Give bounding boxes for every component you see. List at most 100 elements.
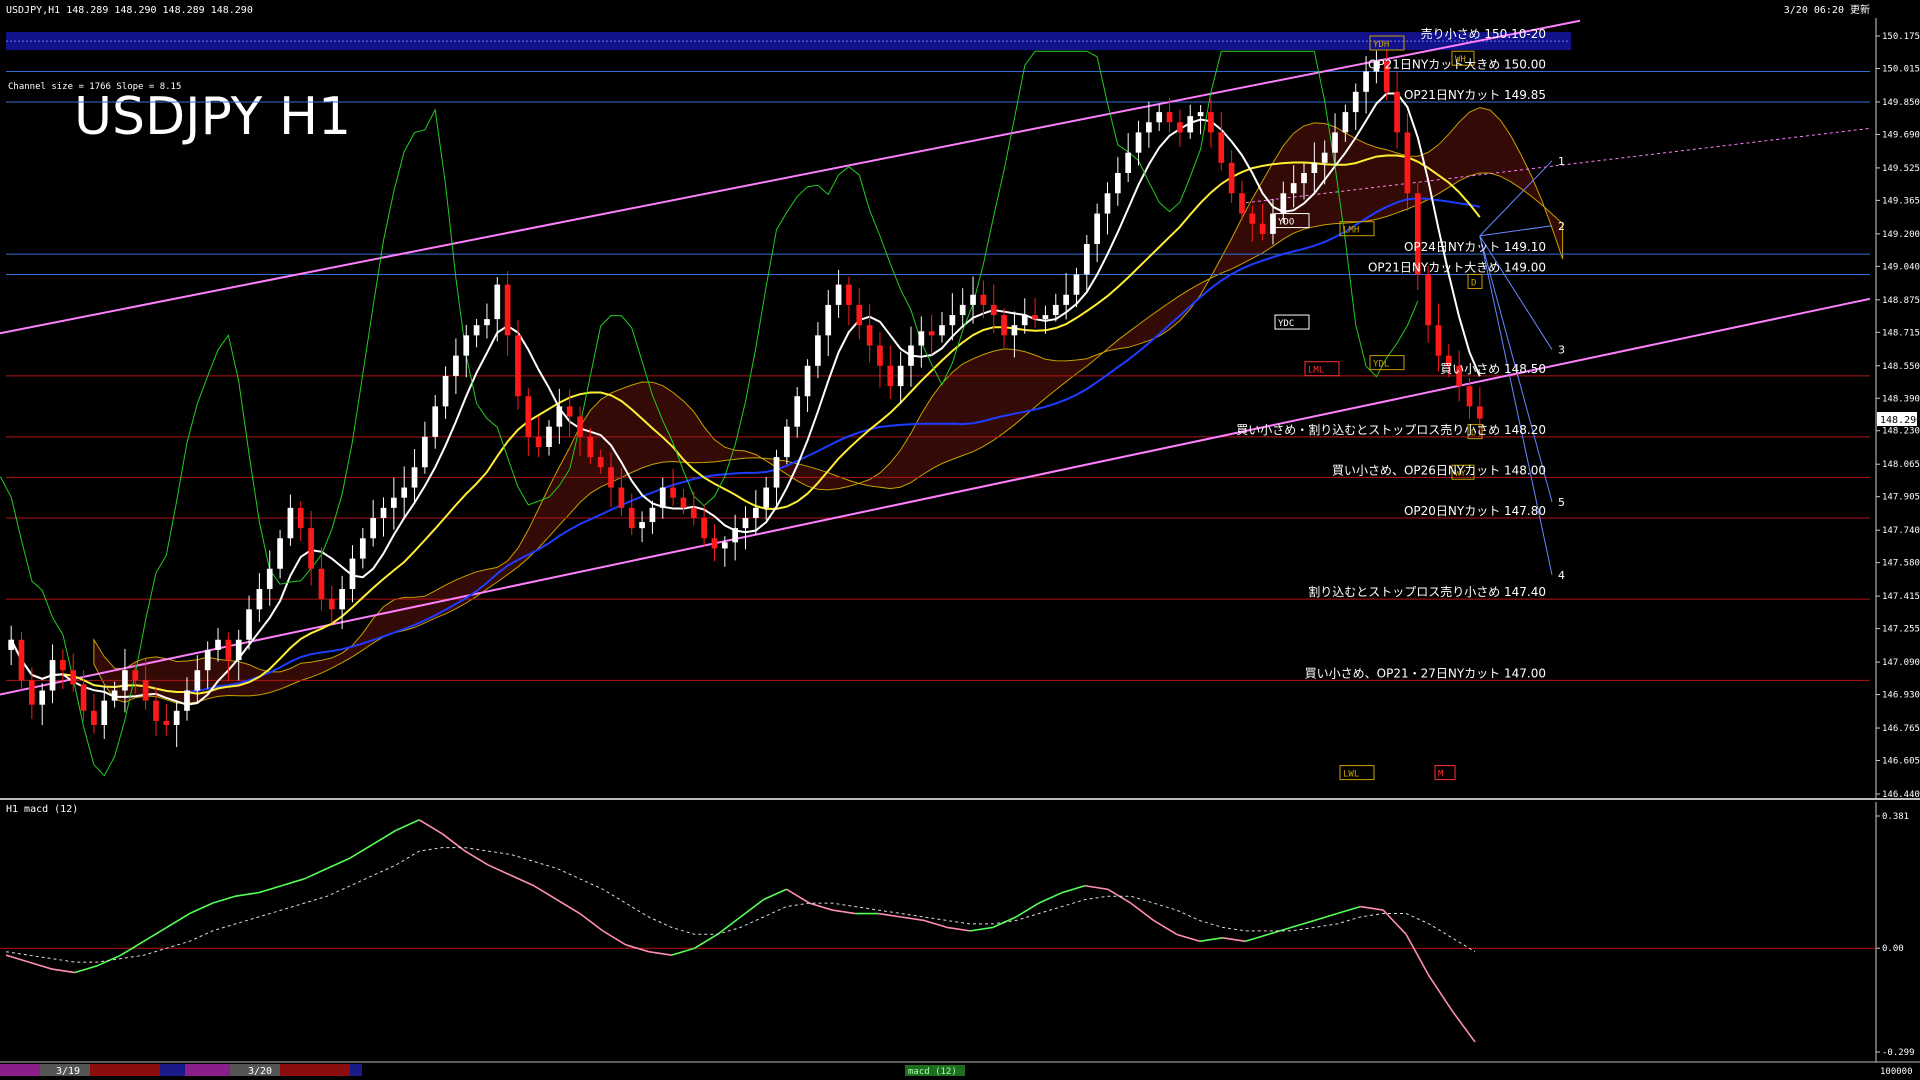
candle-body <box>442 375 449 407</box>
price-tick-label: 149.040 <box>1882 262 1920 272</box>
candle-body <box>153 700 159 721</box>
candle-body <box>690 507 697 518</box>
date-label-1: 3/19 <box>56 1066 80 1077</box>
price-tick-label: 150.175 <box>1882 32 1920 42</box>
candle-body <box>391 497 397 508</box>
price-tick-label: 149.525 <box>1882 164 1920 174</box>
candle-body <box>163 720 170 725</box>
symbol-info: USDJPY,H1 148.289 148.290 148.289 148.29… <box>6 5 253 16</box>
candle-body <box>825 304 832 336</box>
candle-body <box>142 680 149 701</box>
candle-body <box>866 325 873 346</box>
candle-body <box>794 396 801 427</box>
price-tick-label: 147.255 <box>1882 625 1920 635</box>
session-box-label: M <box>1438 770 1444 780</box>
projection-label: 5 <box>1558 496 1565 509</box>
candle-body <box>680 497 687 508</box>
candle-body <box>1218 132 1225 163</box>
candle-body <box>1280 193 1287 214</box>
level-label: OP21日NYカット大きめ 150.00 <box>1368 58 1546 72</box>
price-tick-label: 148.875 <box>1882 296 1920 306</box>
macd-tick-label: 0.00 <box>1882 944 1904 954</box>
corner-value: 100000 <box>1880 1067 1913 1077</box>
candle-body <box>266 568 273 590</box>
candle-body <box>173 710 180 725</box>
candle-body <box>1425 274 1431 326</box>
level-label: 買い小さめ 148.50 <box>1440 362 1546 376</box>
price-tick-label: 148.715 <box>1882 328 1920 338</box>
candle-body <box>835 284 842 305</box>
level-label: OP20日NYカット 147.80 <box>1404 504 1546 518</box>
price-tick-label: 148.390 <box>1882 394 1920 404</box>
candle-body <box>515 335 521 397</box>
candle-body <box>939 325 945 336</box>
candle-body <box>990 304 997 316</box>
candle-body <box>235 639 242 661</box>
candle-body <box>39 690 46 705</box>
candle-body <box>1342 112 1349 133</box>
candle-body <box>670 487 676 498</box>
candle-body <box>877 345 883 366</box>
candle-body <box>1166 112 1173 123</box>
candle-body <box>297 507 304 529</box>
macd-panel-label: H1 macd (12) <box>6 804 78 815</box>
candle-body <box>649 507 656 523</box>
price-tick-label: 148.230 <box>1882 427 1920 437</box>
candle-body <box>1239 193 1245 214</box>
candle-body <box>1363 71 1369 92</box>
candle-body <box>815 335 821 366</box>
candle-body <box>1301 172 1307 184</box>
chart-background <box>0 0 1920 1080</box>
candle-body <box>432 406 439 437</box>
candle-body <box>132 670 139 681</box>
price-tick-label: 146.605 <box>1882 757 1920 767</box>
candle-body <box>1466 386 1473 407</box>
candle-body <box>80 684 87 711</box>
price-tick-label: 149.365 <box>1882 196 1920 206</box>
candle-body <box>721 542 728 549</box>
date-bar-seg <box>350 1064 362 1076</box>
candle-body <box>204 649 211 671</box>
candle-body <box>918 331 925 346</box>
level-label: OP21日NYカット 149.85 <box>1404 88 1546 102</box>
price-tick-label: 147.415 <box>1882 592 1920 602</box>
candle-body <box>1197 112 1204 117</box>
candle-body <box>453 355 459 376</box>
candle-body <box>328 599 335 610</box>
price-tick-label: 149.200 <box>1882 230 1920 240</box>
candle-body <box>225 639 232 661</box>
level-label: 売り小さめ 150.10-20 <box>1421 26 1546 41</box>
candle-body <box>1156 112 1163 123</box>
level-label: 買い小さめ・割り込むとストップロス売り小さめ 148.20 <box>1236 422 1546 437</box>
candle-body <box>928 331 935 336</box>
candle-body <box>856 304 863 326</box>
candle-body <box>422 436 428 468</box>
level-label: OP21日NYカット大きめ 149.00 <box>1368 260 1546 274</box>
candle-body <box>184 690 190 711</box>
candle-body <box>256 589 263 610</box>
session-box-label: YDO <box>1278 218 1294 228</box>
candle-body <box>308 528 314 569</box>
candle-body <box>1208 112 1214 133</box>
candle-body <box>339 589 345 610</box>
candle-body <box>1094 213 1100 245</box>
candle-body <box>628 507 635 529</box>
chart-big-title: USDJPY H1 <box>74 87 351 147</box>
candle-body <box>1394 91 1400 133</box>
level-label: 割り込むとストップロス売り小さめ 147.40 <box>1308 584 1546 599</box>
projection-label: 2 <box>1558 220 1565 233</box>
candle-body <box>752 507 759 518</box>
projection-label: 4 <box>1558 569 1565 582</box>
candle-body <box>401 487 408 498</box>
candle-body <box>246 609 252 640</box>
candle-body <box>959 304 966 316</box>
candle-body <box>1249 213 1256 224</box>
candle-body <box>287 507 294 539</box>
candle-body <box>1114 172 1121 194</box>
candle-body <box>277 538 283 569</box>
session-box-label: LWL <box>1343 770 1359 780</box>
candle-body <box>1073 274 1080 295</box>
macd-tag: macd (12) <box>908 1067 957 1077</box>
candle-body <box>318 568 325 600</box>
candle-body <box>8 639 15 650</box>
